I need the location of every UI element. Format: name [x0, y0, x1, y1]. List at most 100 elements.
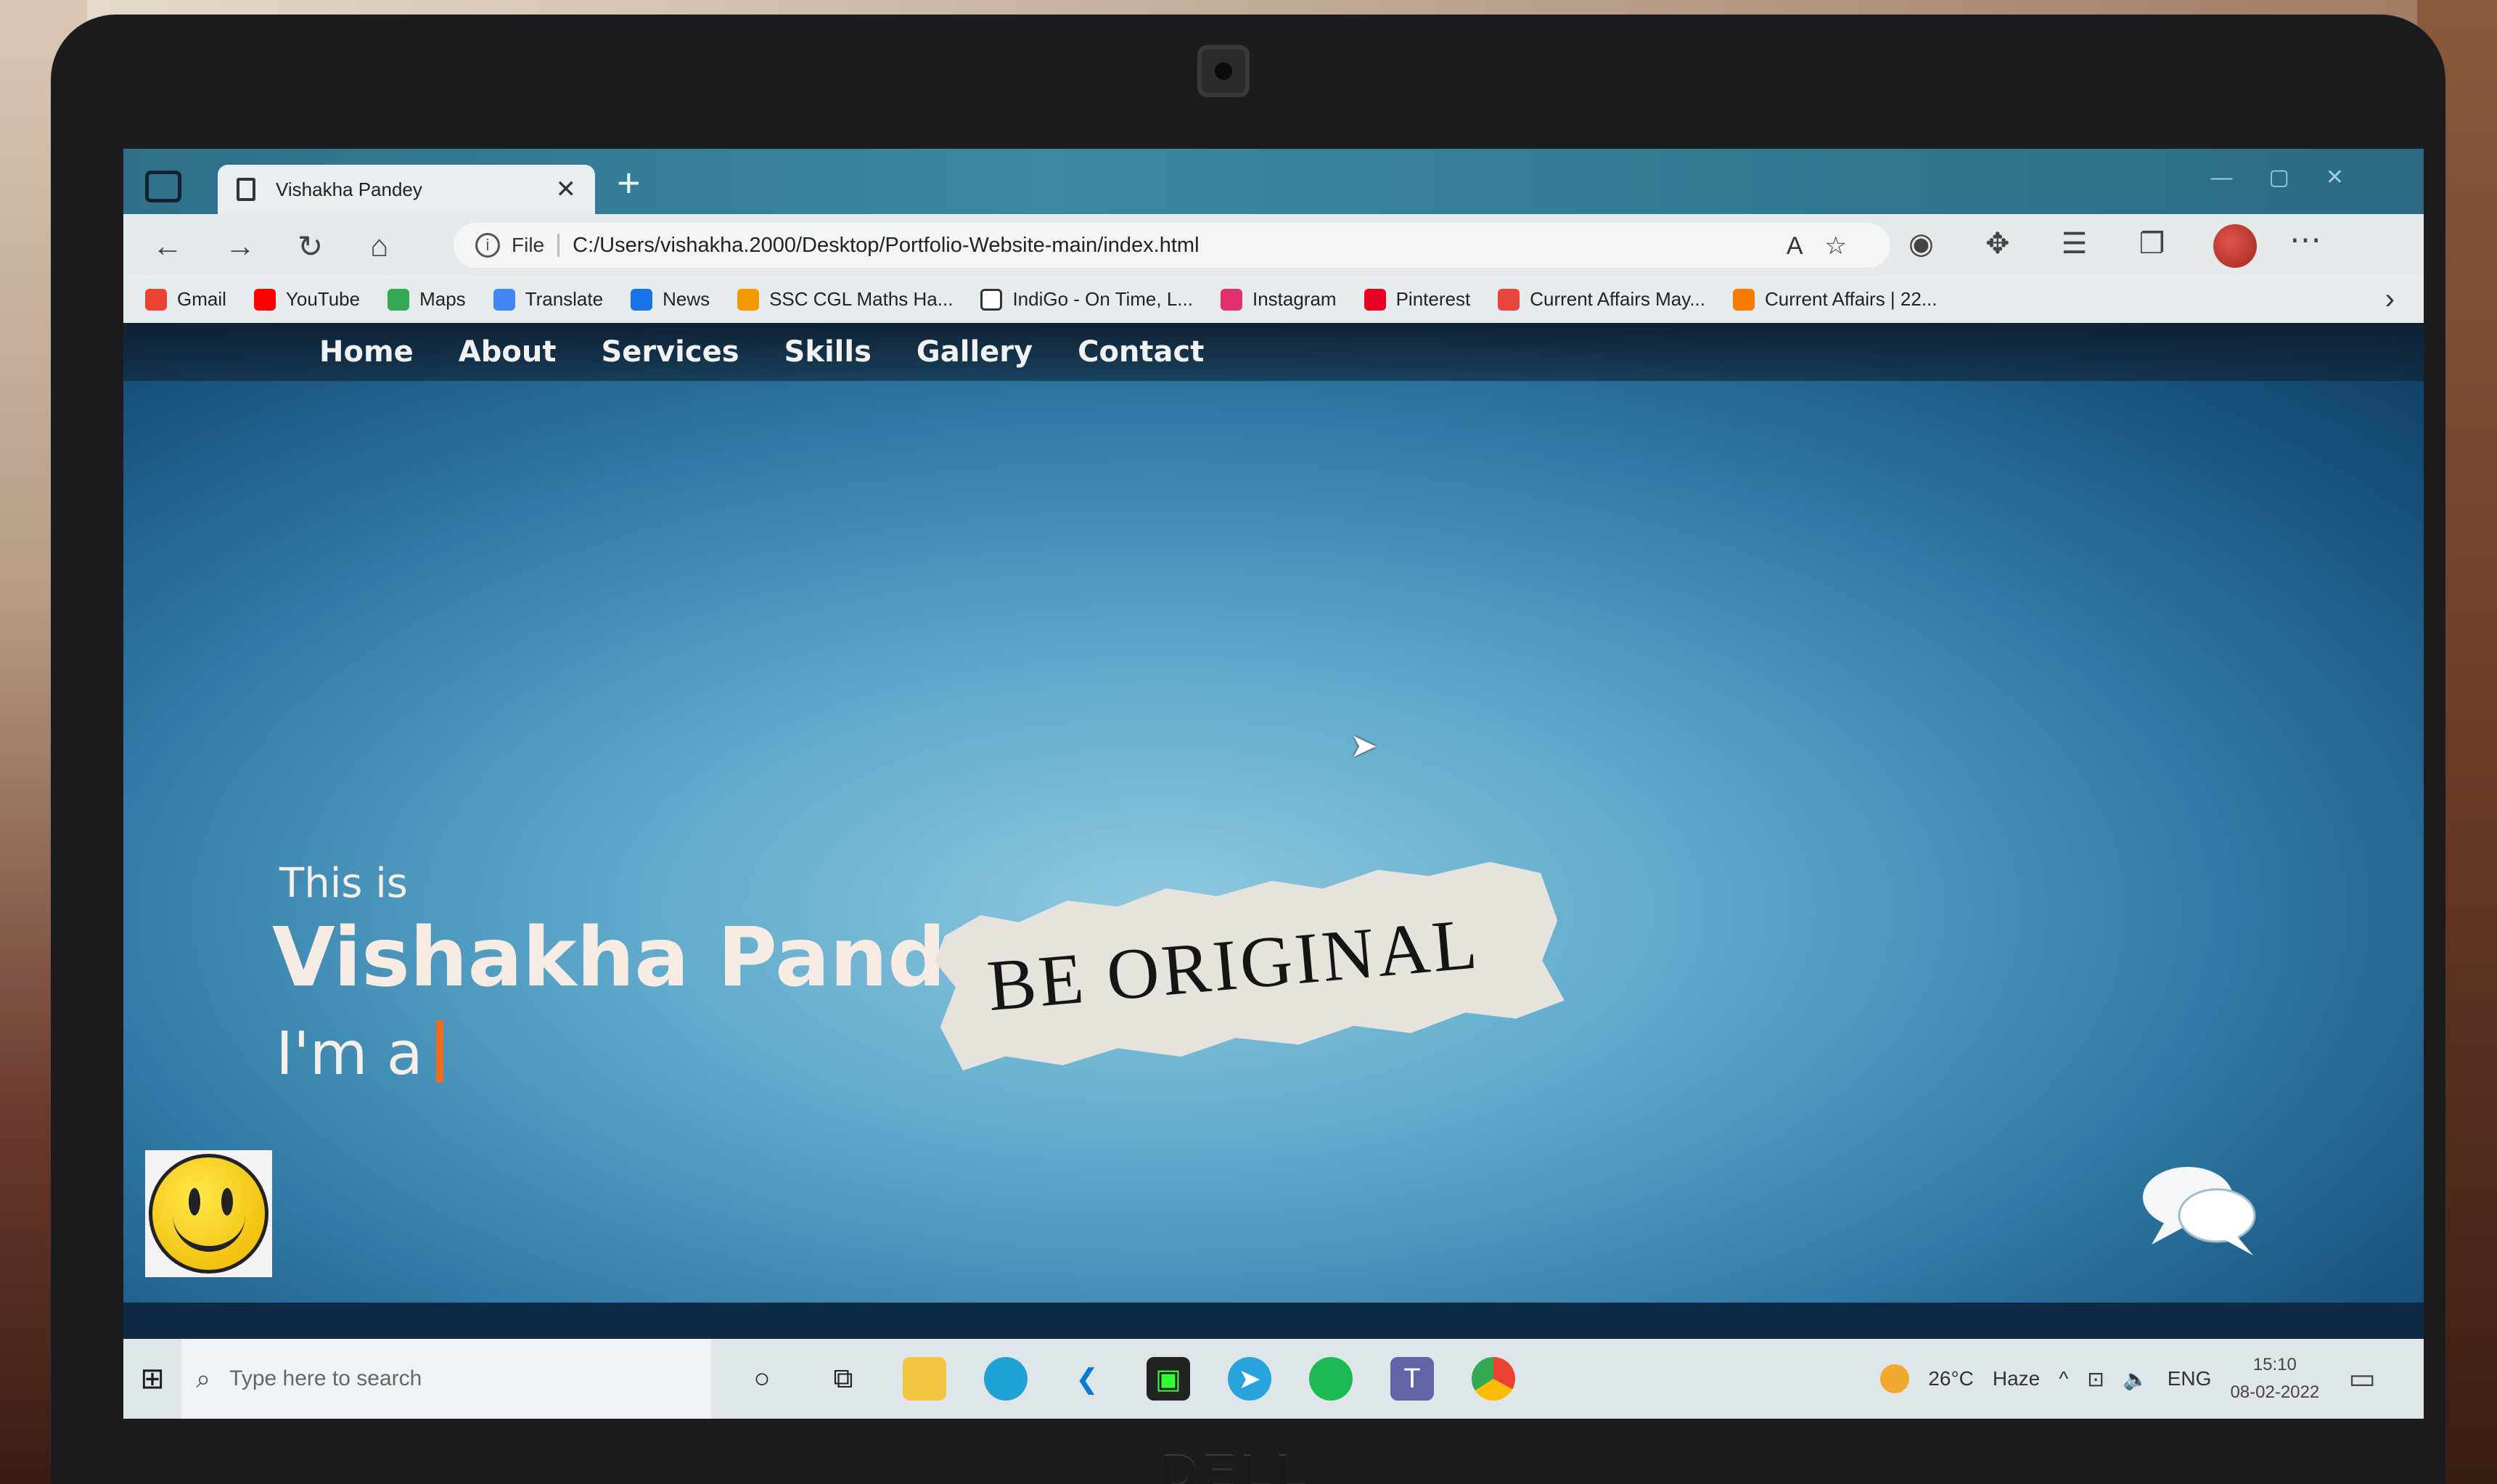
weather-temp[interactable]: 26°C — [1928, 1367, 1974, 1390]
pycharm-icon[interactable]: ▣ — [1147, 1357, 1190, 1401]
nav-home[interactable]: Home — [319, 335, 414, 369]
search-placeholder: Type here to search — [229, 1366, 422, 1390]
hero-role: I'm a — [276, 1020, 443, 1089]
extensions-icon[interactable]: ✥ — [1985, 228, 2010, 260]
chat-icon[interactable] — [2137, 1157, 2260, 1259]
tray-chevron-icon[interactable]: ^ — [2059, 1367, 2068, 1390]
typing-caret — [435, 1020, 443, 1083]
network-icon[interactable]: ⊡ — [2087, 1367, 2104, 1391]
chrome-icon[interactable] — [1472, 1357, 1515, 1401]
info-icon[interactable]: i — [475, 233, 500, 258]
teams-icon[interactable]: T — [1390, 1357, 1434, 1401]
browser-toolbar: ← → ↻ ⌂ i File C:/Users/vishakha.2000/De… — [123, 214, 2424, 276]
bookmark-favicon-icon — [1733, 288, 1755, 311]
bookmark-label: Pinterest — [1395, 288, 1471, 310]
webcam-icon — [1197, 45, 1250, 97]
bookmark-item[interactable]: Maps — [388, 288, 466, 311]
file-explorer-icon[interactable] — [903, 1357, 946, 1401]
favorites-icon[interactable]: ☰ — [2062, 228, 2088, 260]
home-icon[interactable]: ⌂ — [370, 229, 388, 263]
bookmark-favicon-icon — [737, 288, 760, 311]
bookmark-item[interactable]: IndiGo - On Time, L... — [980, 288, 1193, 311]
windows-start-icon[interactable]: ⊞ — [123, 1339, 181, 1419]
bookmark-label: Maps — [419, 288, 466, 310]
bookmark-item[interactable]: Gmail — [145, 288, 226, 311]
bookmark-label: Instagram — [1252, 288, 1337, 310]
windows-taskbar: ⊞ ⌕ Type here to search ○ ⧉ ❮ ▣ ➤ T 26°C… — [123, 1339, 2424, 1419]
tab-actions-icon[interactable] — [145, 171, 181, 202]
bookmark-item[interactable]: YouTube — [253, 288, 361, 311]
bookmark-favicon-icon — [1364, 288, 1386, 311]
bookmark-item[interactable]: Current Affairs May... — [1498, 288, 1705, 311]
screenshot-icon[interactable]: ◉ — [1908, 228, 1934, 260]
laptop-brand-logo: DELL — [1161, 1445, 1311, 1484]
bookmark-item[interactable]: News — [631, 288, 710, 311]
toolbar-icons: ◉ ✥ ☰ ❐ — [1908, 227, 2209, 261]
new-tab-button[interactable]: + — [617, 159, 641, 206]
url-text[interactable]: C:/Users/vishakha.2000/Desktop/Portfolio… — [573, 234, 1199, 258]
bookmark-item[interactable]: Instagram — [1220, 288, 1337, 311]
edge-icon[interactable] — [984, 1357, 1028, 1401]
tab-vishakha-pandey[interactable]: Vishakha Pandey ✕ — [218, 165, 595, 214]
nav-skills[interactable]: Skills — [784, 335, 872, 369]
refresh-icon[interactable]: ↻ — [298, 229, 323, 264]
vscode-icon[interactable]: ❮ — [1065, 1357, 1109, 1401]
bookmark-favicon-icon — [1220, 288, 1242, 311]
smiley-mouth — [173, 1208, 245, 1252]
bookmark-label: IndiGo - On Time, L... — [1012, 288, 1193, 310]
task-view-icon[interactable]: ⧉ — [821, 1357, 865, 1401]
clock-date: 08-02-2022 — [2230, 1382, 2320, 1402]
weather-desc[interactable]: Haze — [1993, 1367, 2040, 1390]
mouse-cursor-icon: ➤ — [1350, 726, 1378, 764]
cortana-icon[interactable]: ○ — [740, 1357, 784, 1401]
volume-icon[interactable]: 🔈 — [2123, 1367, 2149, 1391]
notification-icon[interactable]: ▭ — [2348, 1362, 2376, 1395]
bookmark-favicon-icon — [631, 288, 653, 311]
bookmark-favicon-icon — [253, 288, 276, 311]
bookmarks-overflow-icon[interactable]: › — [2385, 283, 2395, 316]
window-controls[interactable]: —▢✕ — [2211, 165, 2380, 190]
telegram-icon[interactable]: ➤ — [1228, 1357, 1271, 1401]
hero-intro: This is — [279, 860, 408, 907]
bookmark-item[interactable]: Translate — [493, 288, 603, 311]
bookmark-favicon-icon — [388, 288, 410, 311]
bookmarks-bar: Gmail YouTube Maps Translate News SSC CGL Mat… — [123, 276, 2424, 323]
read-aloud-favorite-icons[interactable]: A☆ — [1787, 231, 1869, 261]
bookmark-label: SSC CGL Maths Ha... — [769, 288, 954, 310]
bookmark-favicon-icon — [145, 288, 167, 311]
profile-avatar[interactable] — [2213, 224, 2257, 268]
tab-title: Vishakha Pandey — [276, 178, 422, 200]
nav-contact[interactable]: Contact — [1078, 335, 1204, 369]
collections-icon[interactable]: ❐ — [2139, 228, 2165, 260]
more-menu-icon[interactable]: ⋯ — [2289, 221, 2321, 258]
forward-icon[interactable]: → — [225, 229, 255, 263]
bookmark-item[interactable]: Pinterest — [1364, 288, 1471, 311]
bookmark-label: YouTube — [285, 288, 361, 310]
nav-services[interactable]: Services — [601, 335, 739, 369]
back-icon[interactable]: ← — [152, 229, 183, 263]
laptop-screen: Vishakha Pandey ✕ + —▢✕ ← → ↻ ⌂ i File C… — [123, 149, 2424, 1419]
nav-about[interactable]: About — [459, 335, 557, 369]
paper-text: BE ORIGINAL — [984, 903, 1483, 1027]
address-bar[interactable]: i File C:/Users/vishakha.2000/Desktop/Po… — [454, 223, 1890, 268]
site-nav: Home About Services Skills Gallery Conta… — [123, 323, 2424, 381]
clock[interactable]: 15:10 08-02-2022 — [2230, 1351, 2319, 1406]
portfolio-page: Home About Services Skills Gallery Conta… — [123, 323, 2424, 1303]
file-scheme-label: File — [512, 234, 560, 257]
tab-strip: Vishakha Pandey ✕ + —▢✕ — [123, 149, 2424, 214]
be-original-paper: BE ORIGINAL — [930, 851, 1567, 1079]
spotify-icon[interactable] — [1309, 1357, 1353, 1401]
bookmark-label: Current Affairs May... — [1530, 288, 1705, 310]
taskbar-search[interactable]: ⌕ Type here to search — [181, 1339, 711, 1419]
smiley-icon — [149, 1154, 268, 1274]
smiley-image — [145, 1150, 272, 1277]
nav-gallery[interactable]: Gallery — [917, 335, 1033, 369]
role-prefix: I'm a — [276, 1020, 423, 1089]
bookmark-label: Current Affairs | 22... — [1765, 288, 1938, 310]
bookmark-item[interactable]: Current Affairs | 22... — [1733, 288, 1938, 311]
bookmark-item[interactable]: SSC CGL Maths Ha... — [737, 288, 953, 311]
language-indicator[interactable]: ENG — [2168, 1367, 2212, 1390]
close-tab-icon[interactable]: ✕ — [556, 175, 577, 204]
weather-icon[interactable] — [1880, 1364, 1910, 1393]
bookmark-favicon-icon — [980, 288, 1003, 311]
